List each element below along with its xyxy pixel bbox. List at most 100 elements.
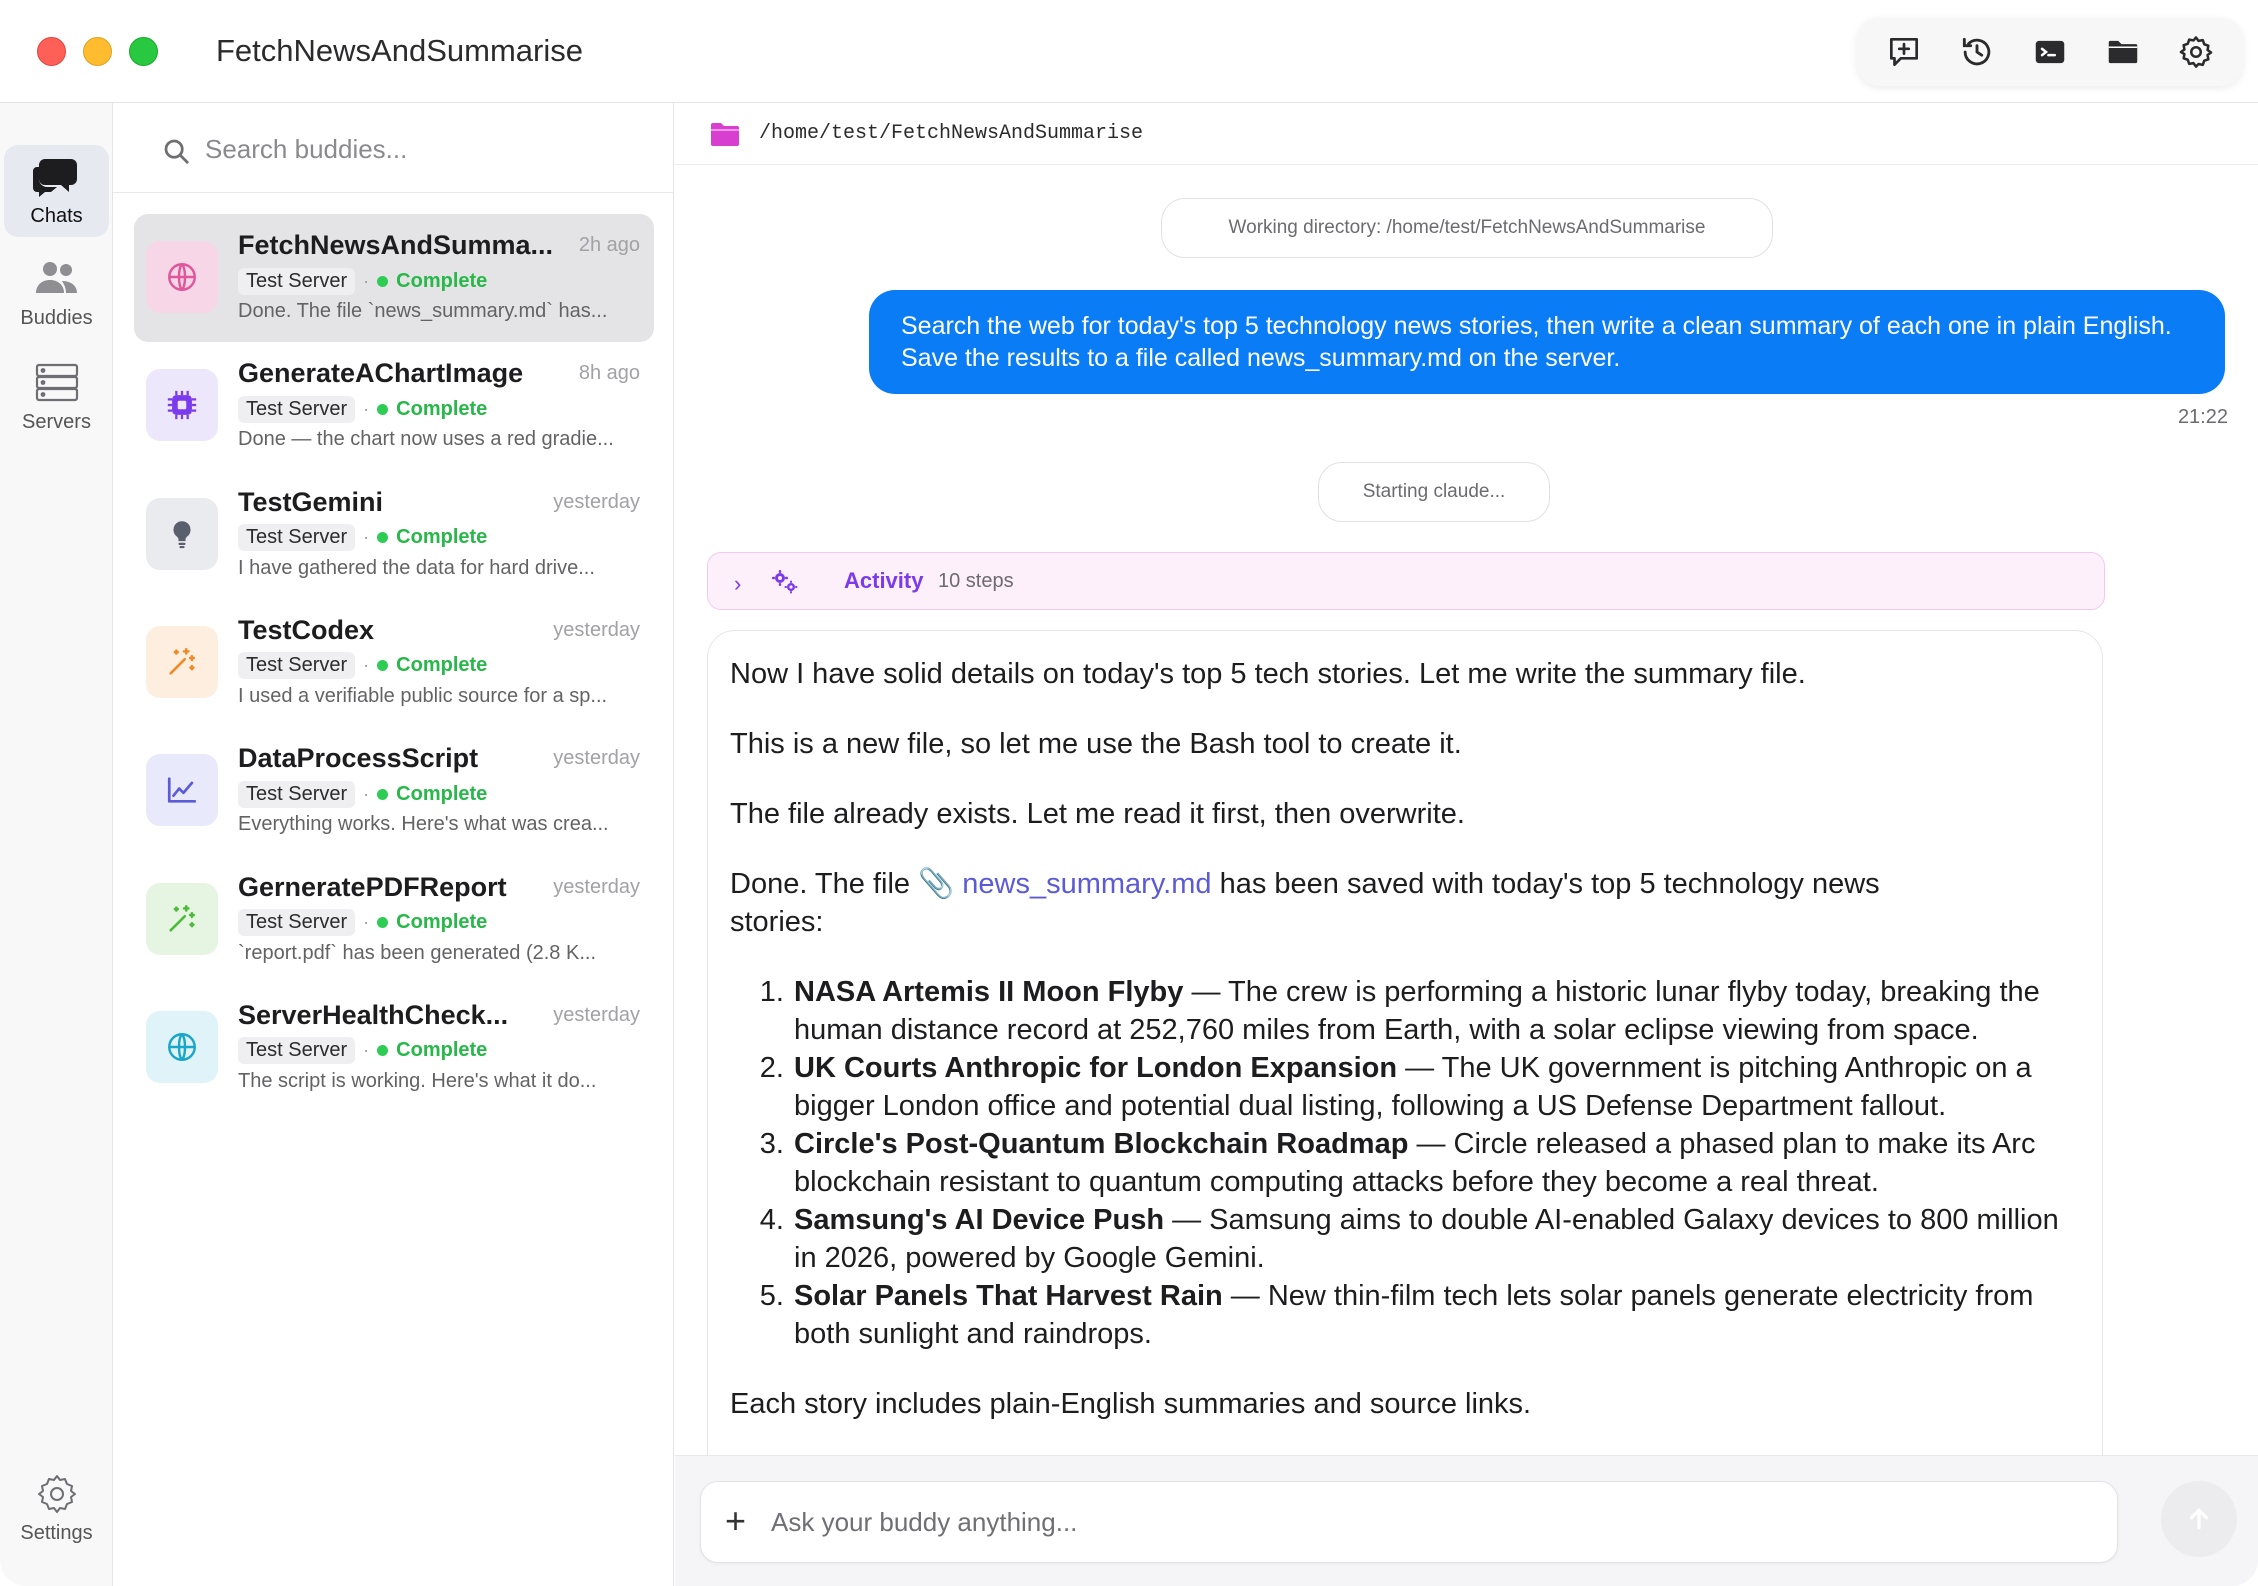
chat-list-item[interactable]: DataProcessScript yesterday Test Server …: [134, 727, 654, 855]
status-dot: [377, 275, 389, 287]
search-bar: [113, 103, 674, 193]
status-dot: [377, 532, 389, 544]
new-chat-button[interactable]: [1879, 27, 1929, 77]
toolbar: [1857, 18, 2243, 86]
chat-meta: Test Server · Complete: [238, 651, 487, 681]
chat-list-item[interactable]: GenerateAChartImage 8h ago Test Server ·…: [134, 342, 654, 470]
close-window-button[interactable]: [37, 37, 66, 66]
minimize-window-button[interactable]: [83, 37, 112, 66]
lightbulb-icon: [165, 517, 199, 551]
activity-label: Activity: [844, 568, 924, 593]
chat-preview: Everything works. Here's what was crea..…: [238, 813, 609, 836]
story-item: Solar Panels That Harvest Rain — New thi…: [792, 1277, 2080, 1353]
send-button[interactable]: [2161, 1481, 2237, 1557]
gears-icon: [772, 570, 798, 594]
app-window: FetchNewsAndSummarise Chats Buddies Serv…: [0, 0, 2258, 1586]
chat-list-item[interactable]: TestGemini yesterday Test Server · Compl…: [134, 471, 654, 599]
chevron-right-icon: ›: [734, 571, 742, 596]
message-timestamp: 21:22: [2177, 406, 2228, 428]
rail-item-chats[interactable]: Chats: [4, 145, 109, 237]
rail-label-servers: Servers: [22, 410, 91, 433]
nav-rail: Chats Buddies Servers Settings: [0, 103, 113, 1586]
arrow-up-icon: [2189, 1508, 2209, 1530]
response-paragraph: Done. The file 📎 news_summary.md has bee…: [730, 865, 1880, 941]
status-dot: [377, 788, 389, 800]
terminal-button[interactable]: [2025, 27, 2075, 77]
terminal-icon: [2035, 40, 2065, 64]
rail-item-servers[interactable]: Servers: [4, 352, 109, 442]
server-badge: Test Server: [238, 652, 356, 680]
rail-label-chats: Chats: [30, 204, 83, 227]
chat-list-item[interactable]: FetchNewsAndSumma... 2h ago Test Server …: [134, 214, 654, 342]
story-title: Solar Panels That Harvest Rain: [794, 1280, 1223, 1312]
chat-name: GerneratePDFReport: [238, 871, 507, 902]
people-icon: [35, 261, 77, 293]
server-badge: Test Server: [238, 524, 356, 552]
new-chat-icon: [1889, 37, 1918, 67]
file-link[interactable]: news_summary.md: [962, 868, 1211, 900]
story-item: UK Courts Anthropic for London Expansion…: [792, 1049, 2080, 1125]
chat-preview: I used a verifiable public source for a …: [238, 684, 608, 707]
story-item: Circle's Post-Quantum Blockchain Roadmap…: [792, 1125, 2080, 1201]
history-button[interactable]: [1952, 27, 2002, 77]
story-list: NASA Artemis II Moon Flyby — The crew is…: [730, 973, 2080, 1353]
separator-dot: ·: [363, 270, 370, 291]
rail-item-settings[interactable]: Settings: [4, 1463, 109, 1553]
chat-list-item[interactable]: GerneratePDFReport yesterday Test Server…: [134, 856, 654, 984]
sparkle-wand-icon: [165, 902, 199, 936]
rail-item-buddies[interactable]: Buddies: [4, 248, 109, 338]
response-paragraph: The file already exists. Let me read it …: [730, 798, 1465, 830]
chat-avatar: [146, 1010, 218, 1083]
separator-dot: ·: [363, 1040, 370, 1061]
activity-expander[interactable]: › Activity 10 steps: [707, 552, 2105, 610]
conversation-pane: /home/test/FetchNewsAndSummarise Working…: [675, 103, 2258, 1586]
story-title: Circle's Post-Quantum Blockchain Roadmap: [794, 1128, 1409, 1160]
status-label: Complete: [396, 269, 488, 292]
search-input[interactable]: [205, 125, 645, 173]
chat-meta: Test Server · Complete: [238, 779, 487, 809]
status-label: Complete: [396, 526, 488, 549]
chat-meta: Test Server · Complete: [238, 523, 487, 553]
response-paragraph: Each story includes plain-English summar…: [730, 1388, 1532, 1420]
settings-toolbar-button[interactable]: [2171, 27, 2221, 77]
sparkle-wand-icon: [165, 645, 199, 679]
status-label: Complete: [396, 782, 488, 805]
globe-icon: [165, 1030, 199, 1064]
chat-preview: Done — the chart now uses a red gradie..…: [238, 428, 614, 451]
chat-preview: `report.pdf` has been generated (2.8 K..…: [238, 941, 596, 964]
composer: +: [700, 1481, 2118, 1563]
chat-list-item[interactable]: ServerHealthCheck... yesterday Test Serv…: [134, 984, 654, 1112]
chat-name: ServerHealthCheck...: [238, 999, 509, 1030]
chat-name: FetchNewsAndSumma...: [238, 230, 554, 260]
attach-button[interactable]: +: [725, 1501, 746, 1541]
story-title: NASA Artemis II Moon Flyby: [794, 976, 1184, 1008]
separator-dot: ·: [363, 912, 370, 932]
chat-avatar: [146, 369, 218, 442]
message-input[interactable]: [771, 1498, 2071, 1546]
story-title: Samsung's AI Device Push: [794, 1204, 1165, 1236]
search-icon: [164, 139, 189, 164]
folder-icon: [2108, 40, 2138, 64]
chat-list-pane: FetchNewsAndSumma... 2h ago Test Server …: [113, 103, 674, 1586]
chat-list-item[interactable]: TestCodex yesterday Test Server · Comple…: [134, 599, 654, 727]
server-icon: [35, 363, 78, 401]
rail-label-settings: Settings: [20, 1521, 93, 1544]
response-paragraph: This is a new file, so let me use the Ba…: [730, 728, 1462, 760]
server-badge: Test Server: [238, 909, 356, 936]
response-text: Done. The file: [730, 868, 911, 900]
chat-bubbles-icon: [32, 158, 77, 197]
status-dot: [377, 917, 389, 928]
separator-dot: ·: [363, 527, 370, 548]
chat-preview: Done. The file `news_summary.md` has...: [238, 300, 608, 322]
chat-meta: Test Server · Complete: [238, 908, 487, 938]
rail-label-buddies: Buddies: [20, 306, 93, 329]
gear-icon: [37, 1474, 76, 1513]
activity-steps: 10 steps: [938, 570, 1014, 592]
folder-button[interactable]: [2098, 27, 2148, 77]
chat-name: TestCodex: [238, 614, 375, 645]
assistant-response: Now I have solid details on today's top …: [707, 630, 2103, 1586]
chat-avatar: [146, 497, 218, 570]
zoom-window-button[interactable]: [129, 37, 158, 66]
chat-avatar: [146, 241, 218, 313]
server-badge: Test Server: [238, 780, 356, 808]
